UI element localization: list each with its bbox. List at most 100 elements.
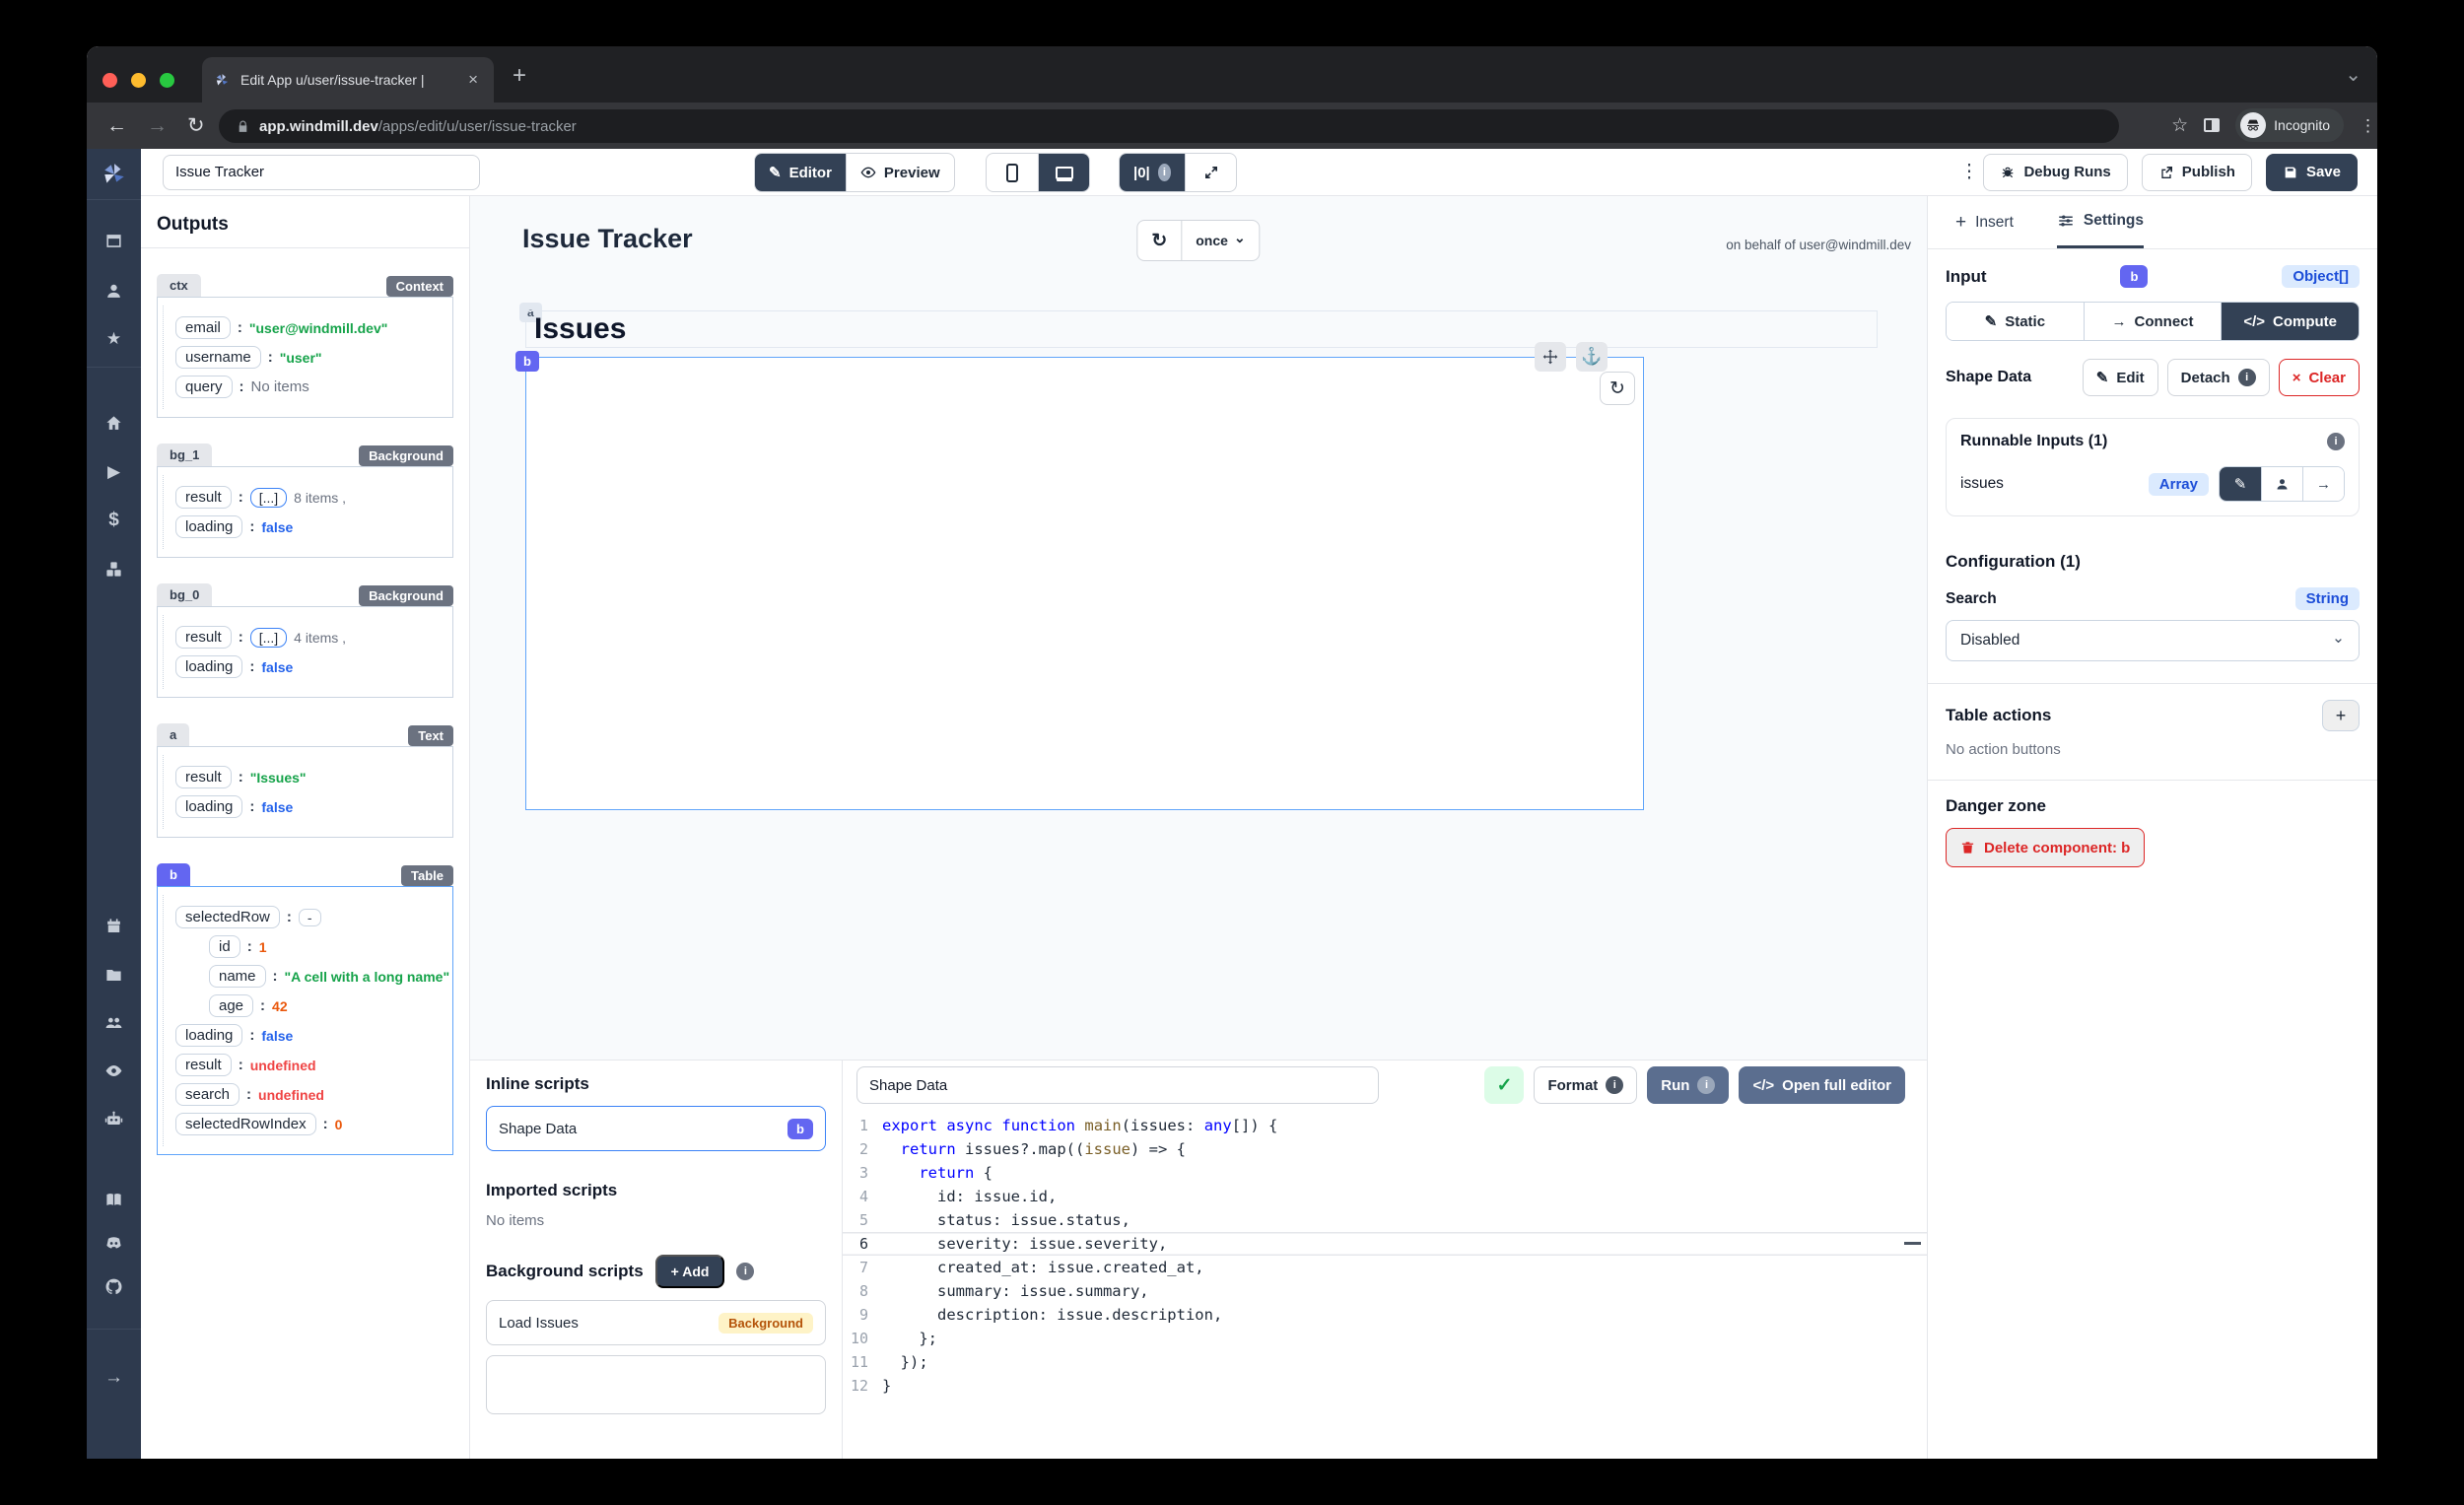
inline-script-item[interactable]: Shape Data b xyxy=(486,1106,826,1151)
editor-mode-button[interactable]: ✎Editor xyxy=(755,154,846,191)
output-row[interactable]: username : "user" xyxy=(175,346,445,369)
chrome-menu-icon[interactable]: ⋮ xyxy=(2360,123,2365,128)
output-row[interactable]: result : undefined xyxy=(175,1054,445,1076)
bookmark-star-icon[interactable]: ☆ xyxy=(2171,114,2188,137)
close-window-button[interactable] xyxy=(103,73,117,88)
search-mode-select[interactable]: Disabled ⌄ xyxy=(1946,620,2360,661)
publish-button[interactable]: Publish xyxy=(2142,154,2252,191)
zoom-window-button[interactable] xyxy=(160,73,174,88)
app-name-input[interactable] xyxy=(163,155,480,190)
tab-insert[interactable]: +Insert xyxy=(1955,196,2014,248)
output-row[interactable]: age : 42 xyxy=(209,994,445,1017)
github-icon[interactable] xyxy=(87,1276,141,1296)
folders-icon[interactable] xyxy=(87,965,141,985)
output-section-id[interactable]: a xyxy=(157,723,189,746)
output-row[interactable]: name : "A cell with a long name" xyxy=(209,965,445,988)
save-button[interactable]: Save xyxy=(2266,154,2358,191)
background-script-item-partial[interactable] xyxy=(486,1355,826,1414)
address-bar[interactable]: app.windmill.dev/apps/edit/u/user/issue-… xyxy=(219,109,2119,143)
diff-count-button[interactable]: |0|i xyxy=(1120,154,1185,191)
code-line[interactable]: 1 export async function main(issues: any… xyxy=(843,1114,1927,1137)
output-row[interactable]: selectedRowIndex : 0 xyxy=(175,1113,445,1135)
code-line[interactable]: 5 status: issue.status, xyxy=(843,1208,1927,1232)
back-icon[interactable]: ← xyxy=(106,114,127,138)
preview-mode-button[interactable]: Preview xyxy=(846,154,954,191)
code-line[interactable]: 12 } xyxy=(843,1374,1927,1398)
output-section-id[interactable]: ctx xyxy=(157,274,201,297)
code-line[interactable]: 3 return { xyxy=(843,1161,1927,1185)
component-b-table[interactable]: b ⚓ ↻ xyxy=(525,357,1644,810)
add-background-script-button[interactable]: + Add xyxy=(655,1255,725,1288)
connect-value-button[interactable]: → xyxy=(2302,467,2344,501)
more-menu-icon[interactable]: ⋮ xyxy=(1959,170,1969,175)
code-line[interactable]: 6 severity: issue.severity, xyxy=(843,1232,1927,1256)
apps-icon[interactable] xyxy=(87,231,141,250)
move-handle[interactable] xyxy=(1535,342,1566,372)
output-section-id[interactable]: bg_1 xyxy=(157,444,212,466)
output-row[interactable]: search : undefined xyxy=(175,1083,445,1106)
output-row[interactable]: selectedRow : - xyxy=(175,906,445,928)
watch-eye-icon[interactable] xyxy=(87,1060,141,1080)
browser-tab[interactable]: Edit App u/user/issue-tracker | × xyxy=(202,57,494,103)
discord-icon[interactable] xyxy=(87,1233,141,1253)
static-value-button[interactable]: ✎ xyxy=(2220,467,2261,501)
output-row[interactable]: email : "user@windmill.dev" xyxy=(175,316,445,339)
delete-component-button[interactable]: Delete component: b xyxy=(1946,828,2145,867)
output-row[interactable]: result : [...] 4 items , xyxy=(175,626,445,649)
code-line[interactable]: 11 }); xyxy=(843,1350,1927,1374)
groups-users-icon[interactable] xyxy=(87,1012,141,1032)
collapse-arrow-icon[interactable]: → xyxy=(87,1367,141,1389)
tab-search-chevron-icon[interactable]: ⌄ xyxy=(2345,62,2361,87)
code-line[interactable]: 8 summary: issue.summary, xyxy=(843,1279,1927,1303)
component-b-badge[interactable]: b xyxy=(515,351,539,372)
background-script-item[interactable]: Load Issues Background xyxy=(486,1300,826,1345)
refresh-mode-dropdown[interactable]: once⌄ xyxy=(1181,221,1259,260)
fullscreen-button[interactable] xyxy=(1185,154,1236,191)
format-button[interactable]: Formati xyxy=(1534,1066,1637,1104)
components-cubes-icon[interactable] xyxy=(87,559,141,579)
output-row[interactable]: result : "Issues" xyxy=(175,766,445,788)
home-icon[interactable] xyxy=(87,413,141,433)
component-a-text[interactable]: Issues xyxy=(525,310,1878,348)
output-row[interactable]: loading : false xyxy=(175,795,445,818)
code-line[interactable]: 7 created_at: issue.created_at, xyxy=(843,1256,1927,1279)
add-table-action-button[interactable]: + xyxy=(2322,700,2360,731)
component-refresh-button[interactable]: ↻ xyxy=(1600,372,1635,405)
code-line[interactable]: 10 }; xyxy=(843,1327,1927,1350)
output-row[interactable]: id : 1 xyxy=(209,935,445,958)
open-full-editor-button[interactable]: </>Open full editor xyxy=(1739,1066,1905,1104)
windmill-logo-icon[interactable] xyxy=(87,149,141,200)
tab-settings[interactable]: Settings xyxy=(2057,196,2144,248)
script-name-input[interactable] xyxy=(856,1066,1379,1104)
edit-script-button[interactable]: ✎Edit xyxy=(2083,359,2158,396)
star-icon[interactable]: ★ xyxy=(87,329,141,349)
mobile-view-button[interactable] xyxy=(987,154,1038,191)
runs-play-icon[interactable]: ▶ xyxy=(87,462,141,482)
clear-script-button[interactable]: ×Clear xyxy=(2279,359,2360,396)
output-row[interactable]: result : [...] 8 items , xyxy=(175,486,445,509)
code-line[interactable]: 4 id: issue.id, xyxy=(843,1185,1927,1208)
macos-window-controls[interactable] xyxy=(103,73,174,88)
output-section-id[interactable]: b xyxy=(157,863,190,886)
forward-icon[interactable]: → xyxy=(147,114,168,138)
docs-book-icon[interactable] xyxy=(87,1190,141,1209)
output-section-id[interactable]: bg_0 xyxy=(157,583,212,606)
tab-close-icon[interactable]: × xyxy=(464,70,482,90)
run-button[interactable]: Runi xyxy=(1647,1066,1729,1104)
output-row[interactable]: loading : false xyxy=(175,655,445,678)
user-icon[interactable] xyxy=(87,281,141,301)
output-row[interactable]: query : No items xyxy=(175,376,445,398)
reload-icon[interactable]: ↻ xyxy=(187,113,205,138)
connect-source-button[interactable]: →Connect xyxy=(2084,303,2222,340)
code-area[interactable]: 1 export async function main(issues: any… xyxy=(843,1110,1927,1398)
user-input-button[interactable] xyxy=(2261,467,2302,501)
pricing-dollar-icon[interactable]: $ xyxy=(87,510,141,531)
desktop-view-button[interactable] xyxy=(1038,154,1089,191)
canvas-refresh-button[interactable]: ↻ xyxy=(1137,221,1181,260)
compute-source-button[interactable]: </>Compute xyxy=(2221,303,2359,340)
ai-robot-icon[interactable] xyxy=(87,1109,141,1129)
static-source-button[interactable]: ✎Static xyxy=(1947,303,2084,340)
new-tab-button[interactable]: + xyxy=(513,62,526,90)
code-line[interactable]: 2 return issues?.map((issue) => { xyxy=(843,1137,1927,1161)
debug-runs-button[interactable]: Debug Runs xyxy=(1983,154,2127,191)
